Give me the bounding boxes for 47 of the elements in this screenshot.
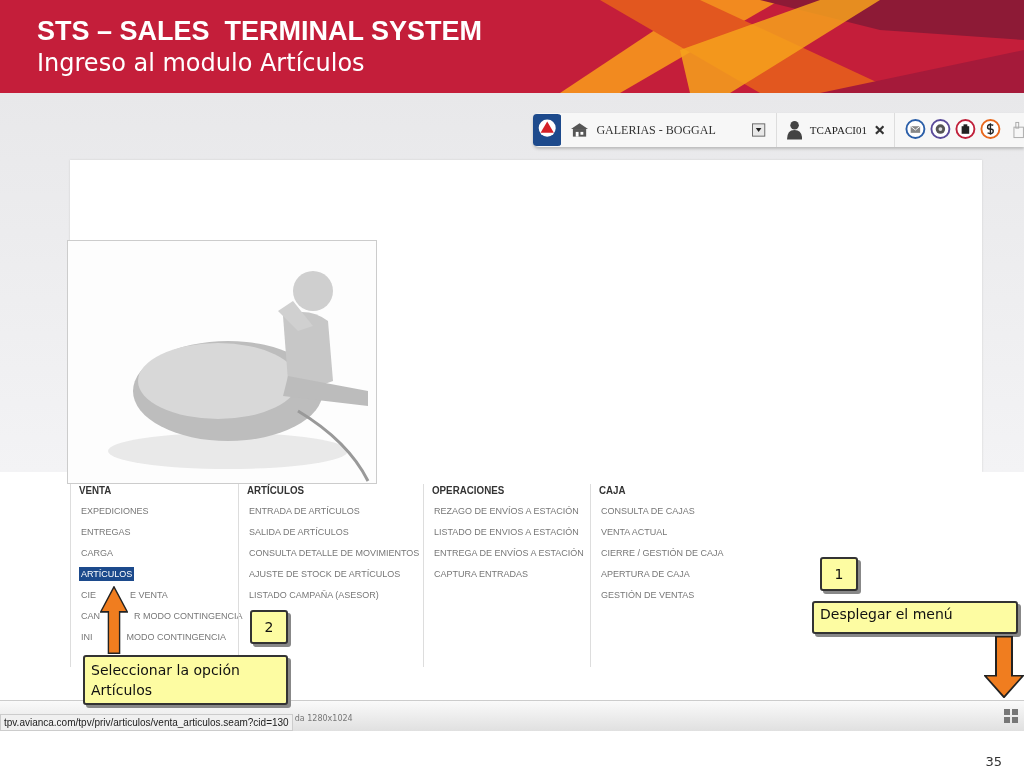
envelope-icon[interactable] bbox=[905, 118, 927, 142]
menu-item[interactable]: INI MODO CONTINGENCIA bbox=[79, 630, 229, 644]
menu-heading: ARTÍCULOS bbox=[247, 484, 306, 498]
menu-item[interactable]: SALIDA DE ARTÍCULOS bbox=[247, 525, 351, 539]
menu-item[interactable]: APERTURA DE CAJA bbox=[599, 567, 692, 581]
step-number: 1 bbox=[820, 557, 858, 591]
callout-note: Seleccionar la opción Artículos bbox=[83, 655, 288, 705]
close-icon[interactable] bbox=[874, 125, 885, 135]
status-url: tpv.avianca.com/tpv/priv/articulos/venta_articulos.seam?cid=130 bbox=[0, 714, 293, 731]
menu-item[interactable]: EXPEDICIONES bbox=[79, 504, 151, 518]
menu-item[interactable]: ENTRADA DE ARTÍCULOS bbox=[247, 504, 362, 518]
step-number: 2 bbox=[250, 610, 288, 644]
user-name: TCAPACI01 bbox=[809, 124, 867, 136]
disc-icon[interactable] bbox=[930, 118, 951, 142]
dollar-icon[interactable] bbox=[979, 118, 1001, 142]
menu-item[interactable]: CAPTURA ENTRADAS bbox=[432, 567, 531, 581]
slide-subtitle: Ingreso al modulo Artículos bbox=[37, 49, 366, 77]
user-icon bbox=[786, 120, 802, 140]
menu-item[interactable]: CIERRE / GESTIÓN DE CAJA bbox=[599, 546, 726, 560]
store-icon bbox=[571, 123, 589, 137]
dropdown-button[interactable] bbox=[752, 123, 766, 137]
menu-item[interactable]: REZAGO DE ENVÍOS A ESTACIÓN bbox=[432, 504, 581, 518]
grid-icon[interactable] bbox=[1004, 709, 1018, 723]
status-text: da 1280x1024 bbox=[294, 714, 353, 723]
menu-item[interactable]: CIE E VENTA bbox=[79, 588, 170, 602]
up-arrow bbox=[100, 586, 128, 654]
menu-item[interactable]: CONSULTA DETALLE DE MOVIMIENTOS bbox=[247, 546, 422, 560]
menu-item[interactable]: ENTREGAS bbox=[79, 525, 133, 539]
menu-item[interactable]: CARGA bbox=[79, 546, 115, 560]
menu-item[interactable]: AJUSTE DE STOCK DE ARTÍCULOS bbox=[247, 567, 403, 581]
menu-item[interactable]: ENTREGA DE ENVÍOS A ESTACIÓN bbox=[432, 546, 586, 560]
menu-item[interactable]: ARTÍCULOS bbox=[79, 567, 135, 581]
menu-item[interactable]: GESTIÓN DE VENTAS bbox=[599, 588, 697, 602]
menu-item[interactable]: LISTADO CAMPAÑA (ASESOR) bbox=[247, 588, 381, 602]
menu-heading: OPERACIONES bbox=[432, 484, 506, 498]
office-name: GALERIAS - BOGGAL bbox=[596, 122, 717, 138]
menu-heading: CAJA bbox=[599, 484, 627, 498]
bag-icon[interactable] bbox=[955, 118, 976, 142]
page-number: 35 bbox=[985, 754, 1002, 769]
menu-item[interactable]: VENTA ACTUAL bbox=[599, 525, 670, 539]
slide-title: STS – SALES TERMINAL SYSTEM bbox=[37, 16, 483, 47]
menu-item[interactable]: LISTADO DE ENVIOS A ESTACIÓN bbox=[432, 525, 581, 539]
menu-item[interactable]: CAN R MODO CONTINGENCIA bbox=[79, 609, 245, 623]
menu-heading: VENTA bbox=[79, 484, 113, 498]
callout-note: Desplegar el menú bbox=[812, 601, 1018, 634]
menu-item[interactable]: CONSULTA DE CAJAS bbox=[599, 504, 697, 518]
down-arrow bbox=[984, 636, 1024, 698]
